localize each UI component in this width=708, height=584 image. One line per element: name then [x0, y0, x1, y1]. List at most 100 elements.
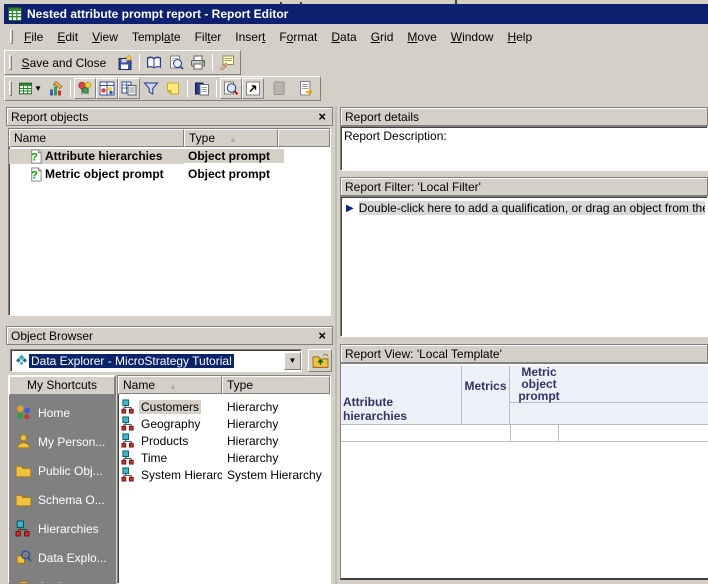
properties-button[interactable]	[216, 52, 238, 73]
metric-prompt-header-cell[interactable]: Metric object prompt	[510, 366, 708, 403]
metric-prompt-subheader-cell[interactable]	[510, 403, 708, 425]
graph-view-button[interactable]	[74, 78, 96, 99]
combo-dropdown-icon[interactable]: ▼	[284, 351, 301, 370]
report-object-row[interactable]: ? Metric object prompt Object prompt	[9, 165, 330, 183]
shortcut-arrow-button[interactable]	[242, 78, 264, 99]
hierarchy-row[interactable]: System Hierarchy System Hierarchy	[118, 466, 330, 483]
save-as-button[interactable]	[114, 52, 136, 73]
combo-value: Data Explorer - MicroStrategy Tutorial	[29, 353, 234, 368]
hierarchies-icon	[15, 520, 30, 537]
shortcut-my-personal-objects[interactable]: My Person...	[15, 433, 105, 450]
menu-filter[interactable]: Filter	[188, 27, 229, 47]
report-description-box[interactable]: Report Description:	[340, 126, 708, 171]
save-and-close-button[interactable]: Save and Close	[16, 52, 108, 73]
menu-format[interactable]: Format	[272, 27, 324, 47]
object-name: Metric object prompt	[45, 167, 164, 181]
metrics-header-cell[interactable]: Metrics	[462, 366, 510, 425]
print-button[interactable]	[187, 52, 209, 73]
design-button[interactable]	[45, 78, 67, 99]
prompt-icon: ?	[31, 166, 42, 181]
grid-page-icon	[121, 81, 137, 96]
menu-window[interactable]: Window	[444, 27, 501, 47]
shortcut-public-objects[interactable]: Public Obj...	[15, 462, 103, 479]
diagonal-arrow-icon	[246, 81, 260, 96]
shortcut-data-explorer[interactable]: Data Explo...	[15, 549, 107, 566]
object-browser-panel: Object Browser × Data Explorer - MicroSt…	[6, 326, 333, 584]
menu-template[interactable]: Template	[125, 27, 188, 47]
folder-combo[interactable]: Data Explorer - MicroStrategy Tutorial ▼	[10, 349, 302, 372]
grid-graph-view-button[interactable]	[96, 78, 118, 99]
menu-grip[interactable]	[10, 29, 13, 44]
shortcut-home[interactable]: Home	[15, 404, 70, 421]
column-header-name[interactable]: Name	[9, 129, 184, 147]
report-object-row[interactable]: ? Attribute hierarchies Object prompt	[9, 147, 330, 165]
toolbar-grip[interactable]	[9, 55, 12, 70]
hierarchy-name: Geography	[141, 416, 201, 431]
close-icon[interactable]: ×	[316, 329, 328, 342]
folder-up-icon	[312, 353, 328, 368]
report-objects-list: Name Type ▲ ? Attribute hierarchies Objec…	[8, 128, 331, 316]
column-header-type[interactable]: Type	[222, 376, 330, 394]
template-data-row[interactable]	[341, 425, 708, 442]
grid-balls-icon	[99, 81, 115, 96]
report-details-title: Report details	[345, 109, 420, 124]
hierarchy-row[interactable]: Products Hierarchy	[118, 432, 330, 449]
report-objects-panel: Report objects × Name Type ▲ ? Attribute …	[6, 107, 333, 318]
export-button[interactable]	[296, 78, 318, 99]
zoom-button[interactable]	[220, 78, 242, 99]
svg-text:?: ?	[31, 169, 38, 181]
book-button[interactable]	[143, 52, 165, 73]
view-toolbar: ▼	[4, 76, 321, 101]
microstrategy-logo-icon	[16, 354, 27, 366]
report-view-title: Report View: 'Local Template'	[345, 346, 502, 361]
hierarchy-type: System Hierarchy	[227, 467, 322, 482]
report-editor-window: Nested attribute prompt report - Report …	[0, 0, 708, 584]
toolbar-grip[interactable]	[9, 81, 12, 96]
row-axis-header-cell[interactable]: Attribute hierarchies	[341, 366, 462, 425]
hierarchy-row[interactable]: Geography Hierarchy	[118, 415, 330, 432]
object-browser-title: Object Browser	[11, 328, 94, 343]
print-preview-icon	[170, 55, 184, 70]
chart-pencil-icon	[50, 81, 63, 96]
print-preview-button[interactable]	[165, 52, 187, 73]
app-icon[interactable]	[8, 7, 22, 21]
report-filter-button[interactable]	[140, 78, 162, 99]
report-filter-header: Report Filter: 'Local Filter'	[340, 177, 708, 196]
grid-page-view-button[interactable]	[118, 78, 140, 99]
menu-file[interactable]: File	[17, 27, 50, 47]
menu-edit[interactable]: Edit	[50, 27, 85, 47]
grid-view-icon	[18, 82, 33, 95]
report-filter-title: Report Filter: 'Local Filter'	[345, 179, 481, 194]
hierarchy-row[interactable]: Customers Hierarchy	[118, 398, 330, 415]
menu-insert[interactable]: Insert	[228, 27, 272, 47]
standard-toolbar: Save and Close	[4, 50, 241, 75]
sort-asc-icon: ▲	[229, 135, 237, 144]
view-selector-button[interactable]: ▼	[16, 78, 45, 99]
hierarchy-name: Customers	[139, 399, 202, 414]
object-browser-list: Name ▲ Type Customers Hierarchy Geograph…	[117, 375, 331, 584]
properties-icon	[219, 55, 234, 70]
save-as-icon	[118, 54, 133, 70]
menu-data[interactable]: Data	[324, 27, 363, 47]
menu-move[interactable]: Move	[400, 27, 443, 47]
panel-splitter[interactable]	[335, 106, 337, 584]
menu-help[interactable]: Help	[500, 27, 539, 47]
my-shortcuts-button[interactable]: My Shortcuts	[9, 376, 115, 395]
shortcut-hierarchies[interactable]: Hierarchies	[15, 520, 99, 537]
menu-view[interactable]: View	[85, 27, 125, 47]
book-icon	[147, 56, 161, 69]
close-icon[interactable]: ×	[316, 110, 328, 123]
shortcut-schema-objects[interactable]: Schema O...	[15, 491, 105, 508]
hierarchy-row[interactable]: Time Hierarchy	[118, 449, 330, 466]
column-header-type[interactable]: Type ▲	[184, 129, 278, 147]
shortcut-attributes[interactable]: Attributes	[15, 578, 89, 583]
filter-hint-row[interactable]: ▶ Double-click here to add a qualificati…	[341, 197, 707, 215]
hierarchy-icon	[121, 416, 134, 431]
note-button[interactable]	[162, 78, 184, 99]
column-header-name[interactable]: Name ▲	[118, 376, 222, 394]
menu-grid[interactable]: Grid	[364, 27, 401, 47]
up-one-level-button[interactable]	[308, 349, 332, 372]
report-objects-button[interactable]	[191, 78, 213, 99]
disabled-icon	[273, 81, 285, 95]
hierarchy-name: Time	[141, 450, 168, 465]
